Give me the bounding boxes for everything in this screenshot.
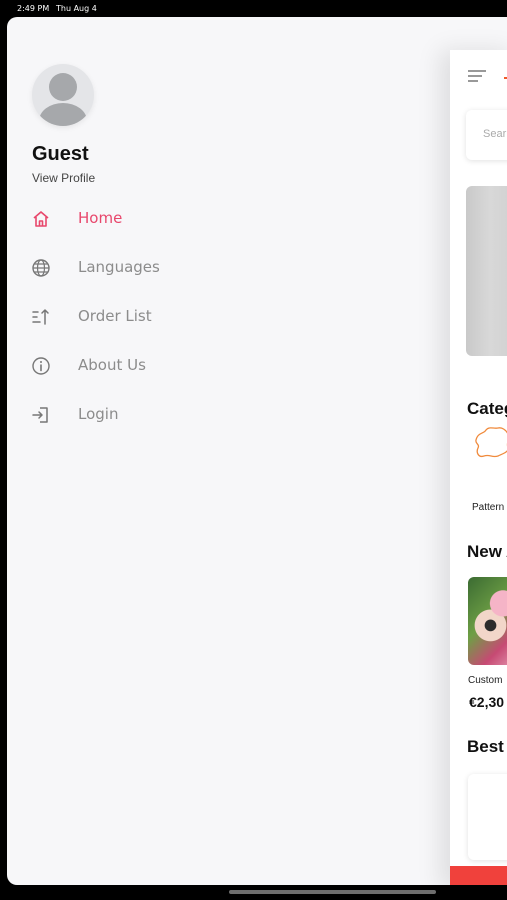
search-placeholder: Sear (483, 128, 507, 140)
product-name: Custom (468, 675, 503, 686)
status-date: Thu Aug 4 (56, 4, 97, 13)
login-icon (32, 407, 48, 423)
sidebar-item-label: Login (78, 405, 119, 423)
best-sellers-title: Best (467, 737, 504, 756)
sidebar-item-label: Order List (78, 307, 152, 325)
home-icon (33, 211, 49, 227)
avatar[interactable] (32, 64, 94, 126)
profile-name: Guest (32, 143, 89, 165)
banner-image[interactable] (466, 186, 507, 356)
sort-icon (32, 309, 49, 325)
pattern-category-icon[interactable] (472, 420, 507, 468)
status-bar: 2:49 PM Thu Aug 4 (0, 0, 507, 17)
categories-title: Categ (467, 399, 507, 418)
globe-icon (32, 259, 50, 277)
category-label: Pattern (472, 502, 505, 513)
sidebar-item-about-us[interactable]: About Us (25, 348, 205, 384)
status-time: 2:49 PM (17, 4, 50, 13)
product-price: €2,30 (469, 694, 505, 710)
app-screen: Guest View Profile Home Languages Order … (7, 17, 507, 885)
main-content-panel[interactable]: Sear Categ Pattern New A Custom €2,30 Be… (450, 50, 507, 885)
best-seller-card[interactable] (468, 774, 507, 860)
sidebar-item-languages[interactable]: Languages (25, 250, 205, 286)
info-icon (32, 357, 50, 375)
search-input[interactable]: Sear (466, 110, 507, 160)
sidebar-item-login[interactable]: Login (25, 397, 205, 433)
view-profile-link[interactable]: View Profile (32, 171, 95, 185)
menu-icon[interactable] (468, 70, 486, 82)
sidebar-item-label: Home (78, 209, 123, 227)
sidebar-item-label: Languages (78, 258, 160, 276)
product-image[interactable] (468, 577, 507, 665)
bottom-action-bar[interactable] (450, 866, 507, 885)
home-indicator[interactable] (229, 890, 436, 894)
sidebar-item-label: About Us (78, 356, 146, 374)
new-arrivals-title: New A (467, 542, 507, 561)
sidebar-item-home[interactable]: Home (25, 201, 205, 237)
sidebar-item-order-list[interactable]: Order List (25, 299, 205, 335)
